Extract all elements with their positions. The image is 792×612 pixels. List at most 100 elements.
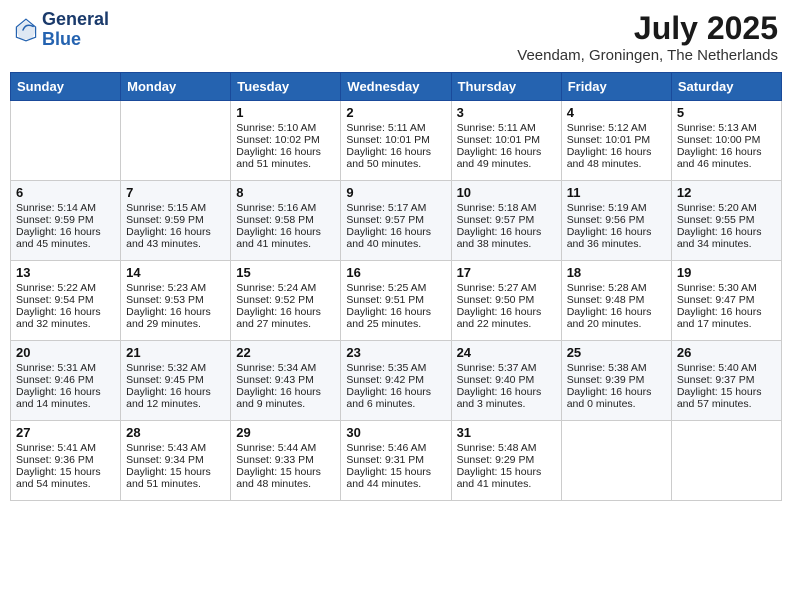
weekday-header: Saturday <box>671 73 781 101</box>
sunrise-text: Sunrise: 5:28 AM <box>567 282 647 294</box>
sunset-text: Sunset: 10:01 PM <box>567 134 650 146</box>
sunrise-text: Sunrise: 5:31 AM <box>16 362 96 374</box>
sunset-text: Sunset: 9:47 PM <box>677 294 755 306</box>
day-number: 25 <box>567 345 666 360</box>
sunrise-text: Sunrise: 5:10 AM <box>236 122 316 134</box>
logo-general-text: General <box>42 10 109 30</box>
daylight-text: Daylight: 16 hours and 45 minutes. <box>16 226 101 250</box>
sunset-text: Sunset: 9:46 PM <box>16 374 94 386</box>
calendar-header-row: SundayMondayTuesdayWednesdayThursdayFrid… <box>11 73 782 101</box>
daylight-text: Daylight: 15 hours and 41 minutes. <box>457 466 542 490</box>
day-number: 15 <box>236 265 335 280</box>
weekday-header: Friday <box>561 73 671 101</box>
daylight-text: Daylight: 16 hours and 46 minutes. <box>677 146 762 170</box>
sunrise-text: Sunrise: 5:40 AM <box>677 362 757 374</box>
sunset-text: Sunset: 9:40 PM <box>457 374 535 386</box>
day-number: 16 <box>346 265 445 280</box>
weekday-header: Tuesday <box>231 73 341 101</box>
sunset-text: Sunset: 9:59 PM <box>126 214 204 226</box>
sunset-text: Sunset: 9:33 PM <box>236 454 314 466</box>
daylight-text: Daylight: 16 hours and 27 minutes. <box>236 306 321 330</box>
daylight-text: Daylight: 16 hours and 51 minutes. <box>236 146 321 170</box>
daylight-text: Daylight: 16 hours and 12 minutes. <box>126 386 211 410</box>
calendar-day-cell: 4Sunrise: 5:12 AMSunset: 10:01 PMDayligh… <box>561 101 671 181</box>
sunset-text: Sunset: 9:45 PM <box>126 374 204 386</box>
calendar-day-cell: 23Sunrise: 5:35 AMSunset: 9:42 PMDayligh… <box>341 341 451 421</box>
calendar-day-cell: 25Sunrise: 5:38 AMSunset: 9:39 PMDayligh… <box>561 341 671 421</box>
calendar-day-cell: 10Sunrise: 5:18 AMSunset: 9:57 PMDayligh… <box>451 181 561 261</box>
sunset-text: Sunset: 9:43 PM <box>236 374 314 386</box>
sunrise-text: Sunrise: 5:12 AM <box>567 122 647 134</box>
sunrise-text: Sunrise: 5:17 AM <box>346 202 426 214</box>
sunset-text: Sunset: 9:54 PM <box>16 294 94 306</box>
sunrise-text: Sunrise: 5:27 AM <box>457 282 537 294</box>
sunset-text: Sunset: 9:55 PM <box>677 214 755 226</box>
daylight-text: Daylight: 16 hours and 29 minutes. <box>126 306 211 330</box>
day-number: 4 <box>567 105 666 120</box>
logo-blue-text: Blue <box>42 30 109 50</box>
daylight-text: Daylight: 16 hours and 50 minutes. <box>346 146 431 170</box>
calendar-week-row: 1Sunrise: 5:10 AMSunset: 10:02 PMDayligh… <box>11 101 782 181</box>
day-number: 24 <box>457 345 556 360</box>
calendar-day-cell: 28Sunrise: 5:43 AMSunset: 9:34 PMDayligh… <box>121 421 231 501</box>
calendar-day-cell <box>671 421 781 501</box>
daylight-text: Daylight: 16 hours and 9 minutes. <box>236 386 321 410</box>
sunset-text: Sunset: 10:01 PM <box>457 134 540 146</box>
calendar-day-cell: 22Sunrise: 5:34 AMSunset: 9:43 PMDayligh… <box>231 341 341 421</box>
sunset-text: Sunset: 9:59 PM <box>16 214 94 226</box>
daylight-text: Daylight: 16 hours and 41 minutes. <box>236 226 321 250</box>
sunrise-text: Sunrise: 5:25 AM <box>346 282 426 294</box>
day-number: 13 <box>16 265 115 280</box>
day-number: 23 <box>346 345 445 360</box>
daylight-text: Daylight: 16 hours and 20 minutes. <box>567 306 652 330</box>
daylight-text: Daylight: 15 hours and 51 minutes. <box>126 466 211 490</box>
calendar-day-cell: 14Sunrise: 5:23 AMSunset: 9:53 PMDayligh… <box>121 261 231 341</box>
sunset-text: Sunset: 9:57 PM <box>346 214 424 226</box>
sunrise-text: Sunrise: 5:34 AM <box>236 362 316 374</box>
sunrise-text: Sunrise: 5:46 AM <box>346 442 426 454</box>
sunset-text: Sunset: 9:34 PM <box>126 454 204 466</box>
sunset-text: Sunset: 9:31 PM <box>346 454 424 466</box>
sunrise-text: Sunrise: 5:14 AM <box>16 202 96 214</box>
calendar-day-cell: 9Sunrise: 5:17 AMSunset: 9:57 PMDaylight… <box>341 181 451 261</box>
day-number: 7 <box>126 185 225 200</box>
sunrise-text: Sunrise: 5:13 AM <box>677 122 757 134</box>
calendar-day-cell: 12Sunrise: 5:20 AMSunset: 9:55 PMDayligh… <box>671 181 781 261</box>
calendar-day-cell: 29Sunrise: 5:44 AMSunset: 9:33 PMDayligh… <box>231 421 341 501</box>
calendar-day-cell <box>11 101 121 181</box>
day-number: 3 <box>457 105 556 120</box>
month-title: July 2025 <box>517 10 778 47</box>
logo-icon <box>14 18 38 42</box>
sunrise-text: Sunrise: 5:11 AM <box>457 122 536 134</box>
sunset-text: Sunset: 9:56 PM <box>567 214 645 226</box>
daylight-text: Daylight: 15 hours and 57 minutes. <box>677 386 762 410</box>
location: Veendam, Groningen, The Netherlands <box>517 47 778 64</box>
daylight-text: Daylight: 16 hours and 3 minutes. <box>457 386 542 410</box>
daylight-text: Daylight: 16 hours and 38 minutes. <box>457 226 542 250</box>
sunrise-text: Sunrise: 5:41 AM <box>16 442 96 454</box>
sunrise-text: Sunrise: 5:35 AM <box>346 362 426 374</box>
calendar-week-row: 20Sunrise: 5:31 AMSunset: 9:46 PMDayligh… <box>11 341 782 421</box>
sunrise-text: Sunrise: 5:43 AM <box>126 442 206 454</box>
daylight-text: Daylight: 16 hours and 32 minutes. <box>16 306 101 330</box>
sunset-text: Sunset: 9:51 PM <box>346 294 424 306</box>
daylight-text: Daylight: 16 hours and 17 minutes. <box>677 306 762 330</box>
day-number: 2 <box>346 105 445 120</box>
calendar-day-cell: 20Sunrise: 5:31 AMSunset: 9:46 PMDayligh… <box>11 341 121 421</box>
day-number: 9 <box>346 185 445 200</box>
daylight-text: Daylight: 15 hours and 54 minutes. <box>16 466 101 490</box>
calendar-day-cell: 3Sunrise: 5:11 AMSunset: 10:01 PMDayligh… <box>451 101 561 181</box>
sunrise-text: Sunrise: 5:30 AM <box>677 282 757 294</box>
calendar-table: SundayMondayTuesdayWednesdayThursdayFrid… <box>10 72 782 501</box>
sunrise-text: Sunrise: 5:24 AM <box>236 282 316 294</box>
weekday-header: Wednesday <box>341 73 451 101</box>
day-number: 19 <box>677 265 776 280</box>
sunrise-text: Sunrise: 5:20 AM <box>677 202 757 214</box>
day-number: 8 <box>236 185 335 200</box>
day-number: 18 <box>567 265 666 280</box>
sunset-text: Sunset: 9:53 PM <box>126 294 204 306</box>
calendar-week-row: 6Sunrise: 5:14 AMSunset: 9:59 PMDaylight… <box>11 181 782 261</box>
calendar-day-cell: 1Sunrise: 5:10 AMSunset: 10:02 PMDayligh… <box>231 101 341 181</box>
day-number: 21 <box>126 345 225 360</box>
day-number: 6 <box>16 185 115 200</box>
